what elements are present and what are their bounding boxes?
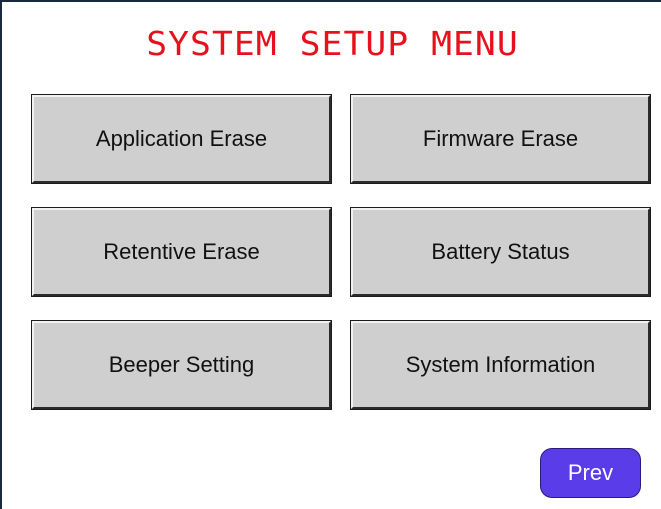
firmware-erase-button[interactable]: Firmware Erase [351,95,650,183]
battery-status-button[interactable]: Battery Status [351,208,650,296]
system-setup-screen: SYSTEM SETUP MENU Application Erase Firm… [0,0,661,509]
beeper-setting-button[interactable]: Beeper Setting [32,321,331,409]
prev-button[interactable]: Prev [540,448,641,498]
page-title: SYSTEM SETUP MENU [146,24,519,63]
application-erase-button[interactable]: Application Erase [32,95,331,183]
system-information-button[interactable]: System Information [351,321,650,409]
retentive-erase-button[interactable]: Retentive Erase [32,208,331,296]
